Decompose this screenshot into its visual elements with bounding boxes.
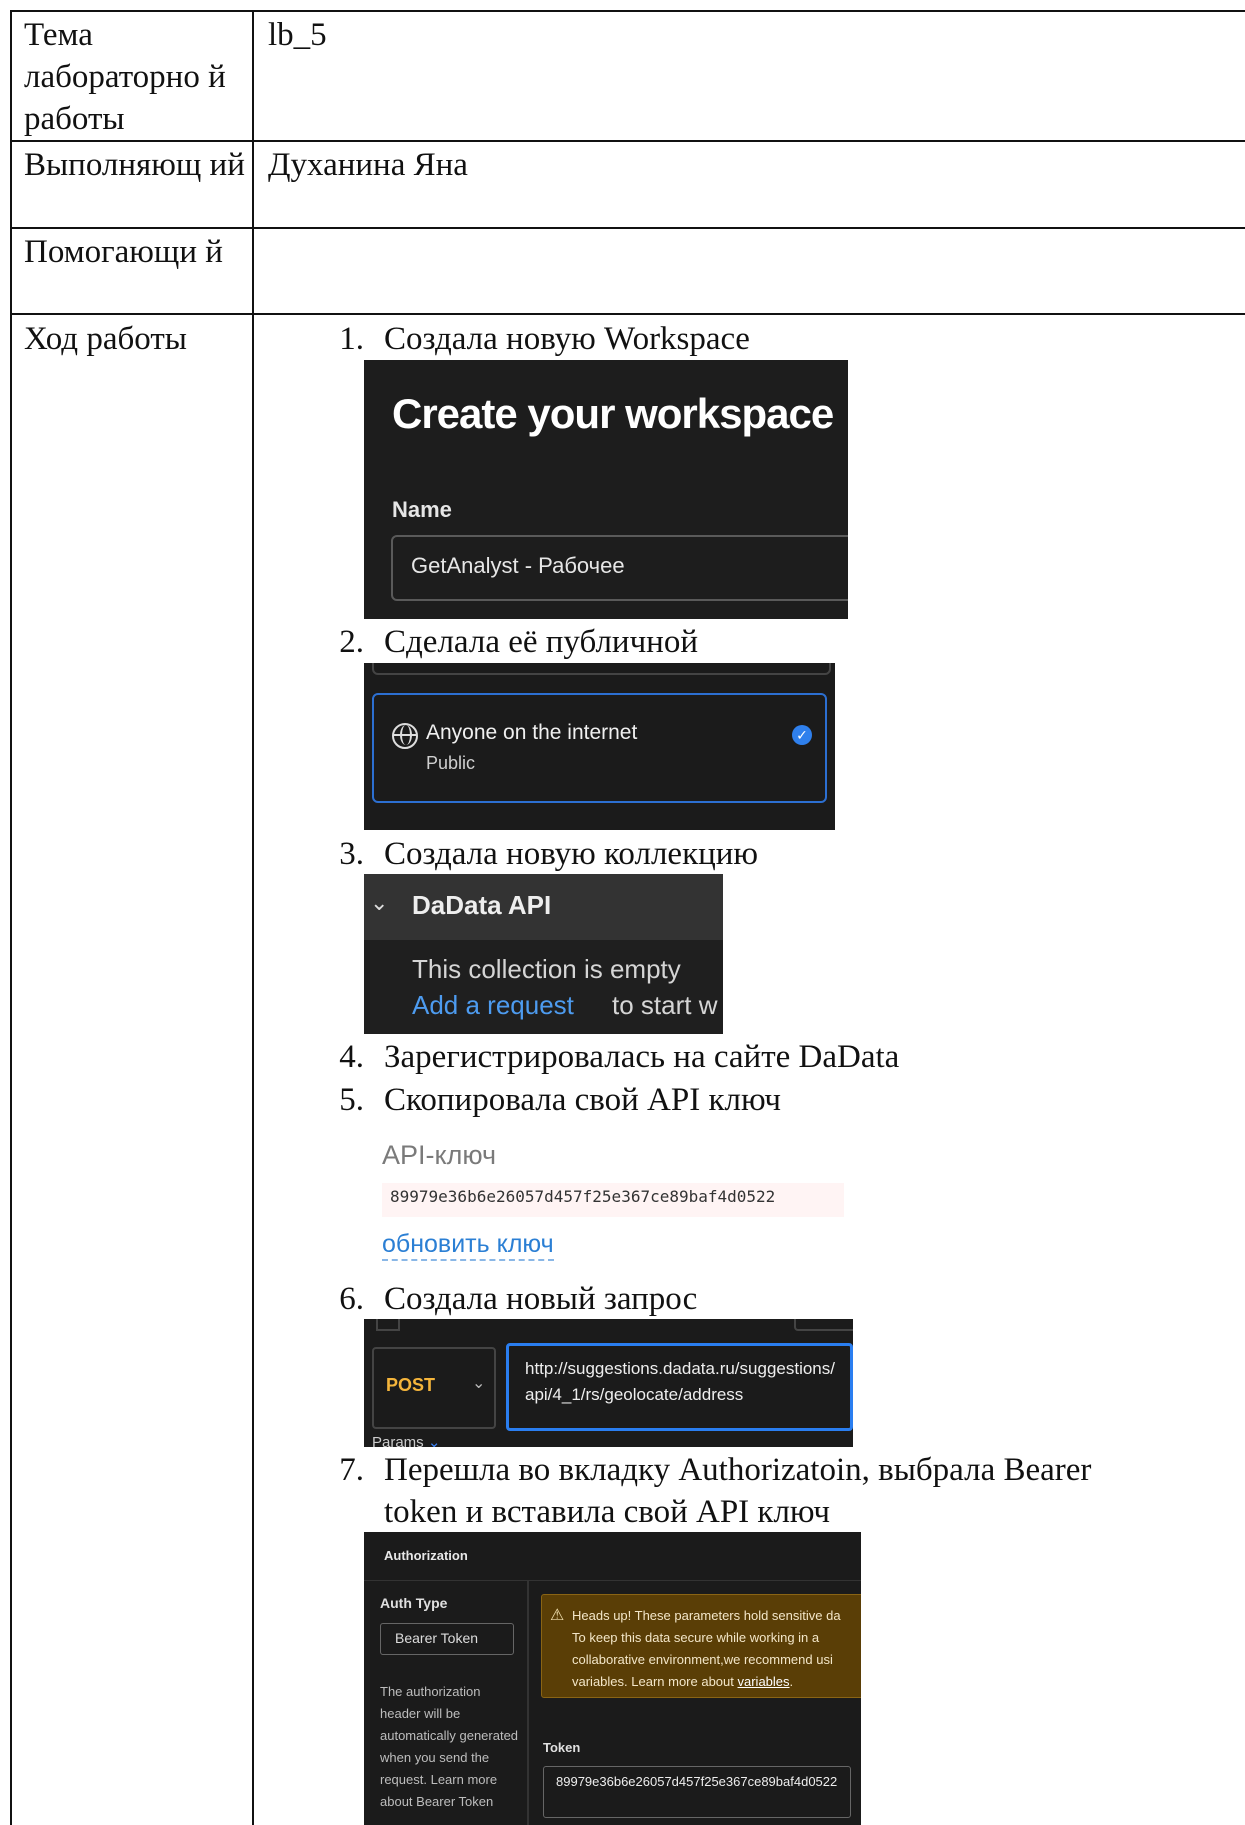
method-select[interactable]: POST ⌄ xyxy=(372,1347,496,1429)
step-number: 1. xyxy=(339,321,364,357)
table-border-row1 xyxy=(10,140,1245,142)
row-label-progress: Ход работы xyxy=(24,321,187,357)
globe-icon xyxy=(392,723,418,749)
row-value-author: Духанина Яна xyxy=(268,147,468,183)
screenshot-public-visibility: Anyone on the internet Public ✓ xyxy=(364,663,835,830)
warning-text: Heads up! These parameters hold sensitiv… xyxy=(572,1608,841,1689)
workspace-title: Create your workspace xyxy=(392,390,834,437)
screenshot-create-workspace: Create your workspace Name GetAnalyst - … xyxy=(364,360,848,619)
step-text: Создала новую коллекцию xyxy=(384,836,759,872)
step-text: Создала новый запрос xyxy=(384,1281,698,1317)
screenshot-authorization: Authorization Auth Type Bearer Token The… xyxy=(364,1532,861,1825)
add-request-link[interactable]: Add a request xyxy=(412,990,574,1021)
table-border-top xyxy=(10,10,1245,12)
row-label-topic: Тема лабораторно й работы xyxy=(24,17,226,137)
method-value: POST xyxy=(386,1375,436,1395)
screenshot-api-key: API-ключ 89979e36b6e26057d457f25e367ce89… xyxy=(364,1127,844,1267)
step-text: Перешла во вкладку Authorizatoin, выбрал… xyxy=(384,1452,1092,1530)
table-border-mid xyxy=(252,10,254,1825)
row-label-helper: Помогающи й xyxy=(24,234,223,270)
token-label: Token xyxy=(543,1740,581,1755)
refresh-key-link[interactable]: обновить ключ xyxy=(382,1229,554,1261)
workspace-name-label: Name xyxy=(392,497,452,522)
variables-link[interactable]: variables xyxy=(738,1674,790,1689)
report-document: Тема лабораторно й работы lb_5 Выполняющ… xyxy=(0,0,1245,1825)
step-6: 6. Создала новый запрос xyxy=(316,1278,1176,1320)
step-number: 2. xyxy=(339,624,364,660)
public-option-title: Anyone on the internet xyxy=(426,721,638,744)
screenshot-collection: ⌄ DaData API This collection is empty Ad… xyxy=(364,874,723,1034)
table-border-row3 xyxy=(10,313,1245,315)
previous-option-edge xyxy=(372,663,831,675)
table-border-left xyxy=(10,10,12,1825)
step-text: Создала новую Workspace xyxy=(384,321,750,357)
api-key-heading: API-ключ xyxy=(382,1140,497,1170)
step-5: 5. Скопировала свой API ключ xyxy=(316,1079,1176,1121)
check-icon: ✓ xyxy=(792,725,812,745)
authorization-tab[interactable]: Authorization xyxy=(364,1532,861,1581)
auth-type-label: Auth Type xyxy=(380,1595,448,1611)
step-number: 5. xyxy=(339,1082,364,1118)
url-input[interactable]: http://suggestions.dadata.ru/suggestions… xyxy=(506,1343,853,1431)
step-2: 2. Сделала её публичной xyxy=(316,621,1176,663)
sensitive-data-warning: ⚠ Heads up! These parameters hold sensit… xyxy=(541,1594,861,1698)
row-value-topic: lb_5 xyxy=(268,17,327,53)
public-option-card[interactable]: Anyone on the internet Public ✓ xyxy=(372,693,827,803)
public-option-subtitle: Public xyxy=(426,753,476,773)
step-number: 6. xyxy=(339,1281,364,1317)
step-text: Скопировала свой API ключ xyxy=(384,1082,781,1118)
chevron-down-icon: ⌄ xyxy=(370,890,389,915)
step-1: 1. Создала новую Workspace xyxy=(316,318,1176,360)
step-number: 7. xyxy=(339,1452,364,1488)
auth-sidebar: Auth Type Bearer Token The authorization… xyxy=(364,1581,529,1825)
step-number: 3. xyxy=(339,836,364,872)
step-text: Зарегистрировалась на сайте DaData xyxy=(384,1039,900,1075)
step-number: 4. xyxy=(339,1039,364,1075)
table-border-row2 xyxy=(10,227,1245,229)
step-text: Сделала её публичной xyxy=(384,624,698,660)
toolbar-edge xyxy=(794,1319,853,1331)
auth-type-select[interactable]: Bearer Token xyxy=(380,1623,514,1655)
api-key-field[interactable]: 89979e36b6e26057d457f25e367ce89baf4d0522 xyxy=(382,1183,844,1217)
workspace-name-value: GetAnalyst - Рабочее xyxy=(411,553,625,578)
token-value: 89979e36b6e26057d457f25e367ce89baf4d0522 xyxy=(556,1774,838,1789)
step-4: 4. Зарегистрировалась на сайте DaData xyxy=(316,1036,1176,1078)
collection-name: DaData API xyxy=(412,890,552,920)
api-key-value: 89979e36b6e26057d457f25e367ce89baf4d0522 xyxy=(390,1187,776,1206)
chevron-down-icon: ⌄ xyxy=(427,1434,441,1447)
workspace-name-input[interactable]: GetAnalyst - Рабочее xyxy=(391,535,848,601)
warning-icon: ⚠ xyxy=(550,1607,565,1624)
chevron-down-icon: ⌄ xyxy=(472,1375,486,1392)
params-tab[interactable]: Params ⌄ xyxy=(372,1433,440,1447)
toolbar-edge xyxy=(376,1319,400,1331)
row-label-author: Выполняющ ий xyxy=(24,147,245,183)
screenshot-new-request: POST ⌄ http://suggestions.dadata.ru/sugg… xyxy=(364,1319,853,1447)
collection-hint-text: to start w xyxy=(612,990,718,1020)
step-7: 7. Перешла во вкладку Authorizatoin, выбр… xyxy=(316,1449,1176,1533)
token-input[interactable]: 89979e36b6e26057d457f25e367ce89baf4d0522 xyxy=(543,1766,851,1818)
step-3: 3. Создала новую коллекцию xyxy=(316,833,1176,875)
collection-header[interactable]: ⌄ DaData API xyxy=(364,874,723,940)
auth-description: The authorization header will be automat… xyxy=(380,1684,519,1809)
auth-type-value: Bearer Token xyxy=(395,1630,479,1646)
collection-empty-text: This collection is empty xyxy=(412,954,681,984)
url-value: http://suggestions.dadata.ru/suggestions… xyxy=(525,1359,835,1404)
